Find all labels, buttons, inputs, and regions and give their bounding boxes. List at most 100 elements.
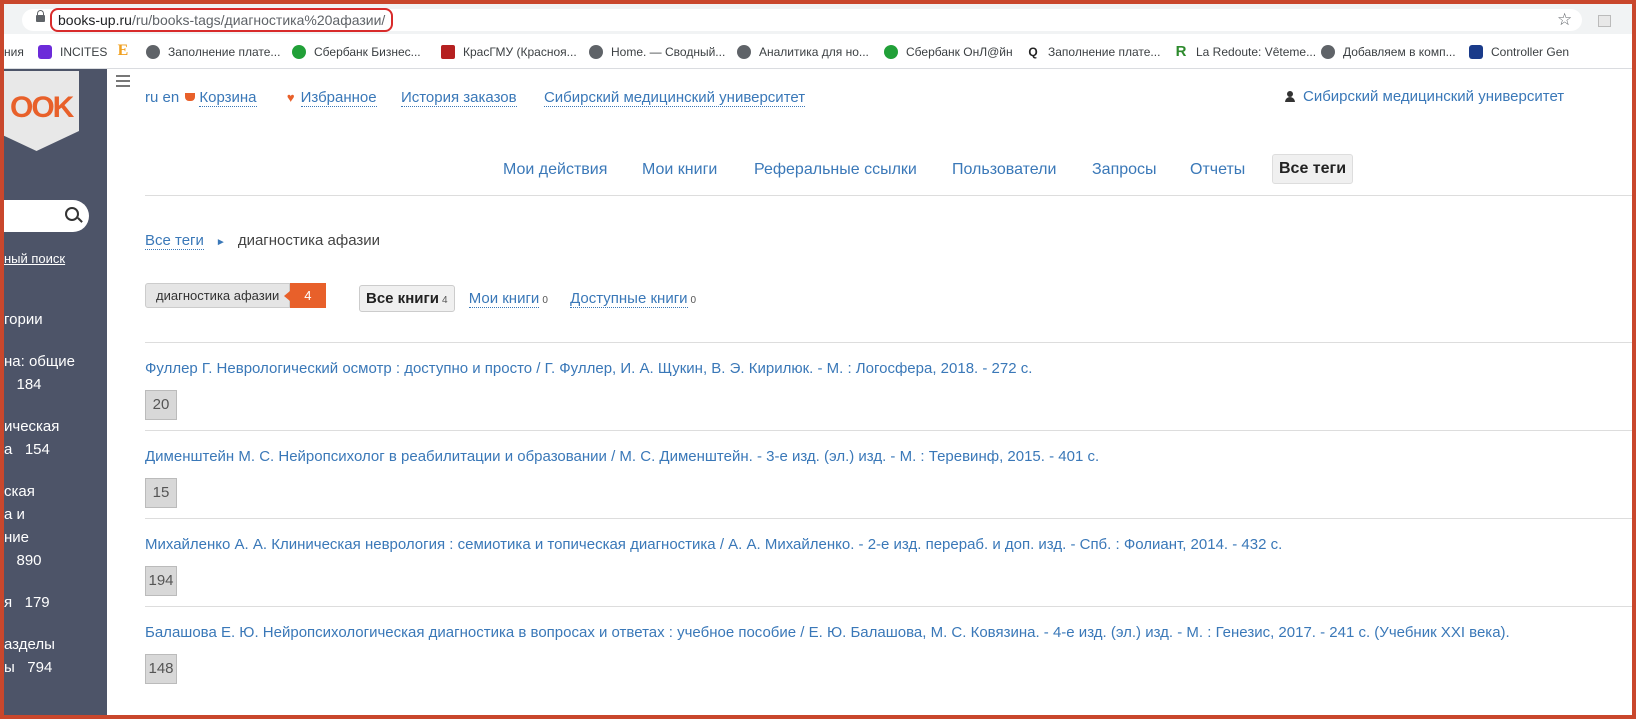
book-count-badge: 15 [145,478,177,508]
bookmark-item[interactable]: Сбербанк ОнЛ@йн [884,44,1013,60]
nav-all-tags[interactable]: Все теги [1272,154,1354,184]
filter-count: 0 [690,295,697,306]
redoute-icon: R [1175,43,1187,60]
book-title-link[interactable]: Балашова Е. Ю. Нейропсихологическая диаг… [145,624,1632,641]
nix-icon [1469,45,1483,59]
book-item: Фуллер Г. Неврологический осмотр : досту… [145,360,1632,420]
book-title-link[interactable]: Дименштейн М. С. Нейропсихолог в реабили… [145,448,1632,465]
browser-toolbar: books-up.ru/ru/books-tags/диагностика%20… [4,4,1632,34]
filter-my-books[interactable]: Мои книги 0 [468,290,548,308]
sidebar-search-input[interactable] [4,200,89,232]
sidebar-category[interactable]: ическая а 154 [4,415,59,461]
filter-label[interactable]: Доступные книги [570,290,688,308]
book-count-badge: 20 [145,390,177,420]
sidebar: OOK ный поиск гории на: общие 184 ическа… [4,69,107,715]
bookmark-item[interactable]: КрасГМУ (Красноя... [441,44,577,60]
lang-en[interactable]: en [163,89,180,106]
menu-icon[interactable] [116,75,130,90]
filter-count: 4 [441,295,448,306]
user-menu[interactable]: Сибирский медицинский университет [1285,88,1564,105]
book-item: Михайленко А. А. Клиническая неврология … [145,536,1632,596]
sidebar-category[interactable]: на: общие 184 [4,350,75,396]
globe-icon [589,45,603,59]
sidebar-category[interactable]: азделы ы 794 [4,633,55,679]
breadcrumb-all-tags[interactable]: Все теги [145,232,204,250]
bookmark-item[interactable]: Заполнение плате... [146,44,280,60]
sidebar-category[interactable]: я 179 [4,591,50,614]
basket-icon [185,93,196,101]
main-nav: Мои действия Мои книги Реферальные ссылк… [107,151,1632,191]
cart-link[interactable]: Корзина [199,89,257,107]
lock-icon [36,10,45,22]
bookmark-item[interactable]: Q Заполнение плате... [1026,44,1160,60]
sidebar-category[interactable]: гории [4,308,43,331]
tag-badge[interactable]: диагностика афазии 4 [145,283,326,308]
bookmark-label: Заполнение плате... [168,45,281,59]
bookmark-label: Сбербанк ОнЛ@йн [906,45,1013,59]
nav-requests[interactable]: Запросы [1086,156,1163,184]
globe-icon [737,45,751,59]
bookmark-label: Заполнение плате... [1048,45,1161,59]
divider [145,606,1632,607]
search-icon[interactable] [65,207,79,221]
bookmark-item[interactable]: Добавляем в комп... [1321,44,1456,60]
university-link[interactable]: Сибирский медицинский университет [543,89,806,107]
book-count-badge: 194 [145,566,177,596]
sberbank-icon [292,45,306,59]
book-item: Балашова Е. Ю. Нейропсихологическая диаг… [145,624,1632,684]
breadcrumb-current: диагностика афазии [237,232,381,249]
user-name: Сибирский медицинский университет [1303,88,1565,105]
book-count-badge: 148 [145,654,177,684]
header-links: ru en Корзина ♥ Избранное История заказов… [145,89,806,107]
url-text[interactable]: books-up.ru/ru/books-tags/диагностика%20… [50,8,394,32]
favorites-link[interactable]: Избранное [300,89,377,107]
book-item: Дименштейн М. С. Нейропсихолог в реабили… [145,448,1632,508]
bookmark-item[interactable]: INCITES [38,44,107,60]
tag-count: 4 [284,283,326,308]
nav-my-actions[interactable]: Мои действия [497,156,613,184]
nav-my-books[interactable]: Мои книги [636,156,723,184]
advanced-search-link[interactable]: ный поиск [4,251,65,266]
filter-label[interactable]: Мои книги [468,290,540,308]
krasgmu-icon [441,45,455,59]
bookmark-label: Добавляем в комп... [1343,45,1456,59]
bookmark-star-icon[interactable]: ☆ [1557,10,1572,30]
bookmark-item[interactable]: E [116,43,138,59]
user-icon [1285,91,1295,102]
divider [145,342,1632,343]
tag-name: диагностика афазии [145,283,291,308]
bookmark-label: Controller Gen [1491,45,1570,59]
site-logo[interactable]: OOK [4,71,79,151]
filter-label: Все книги [366,290,439,307]
bookmark-item[interactable]: ния [4,44,24,60]
book-title-link[interactable]: Фуллер Г. Неврологический осмотр : досту… [145,360,1632,377]
nav-users[interactable]: Пользователи [946,156,1062,184]
filter-count: 0 [542,295,548,306]
lang-ru[interactable]: ru [145,89,158,106]
extension-icon[interactable] [1598,15,1611,27]
book-title-link[interactable]: Михайленко А. А. Клиническая неврология … [145,536,1632,553]
bookmark-label: ния [4,45,24,59]
bookmark-label: КрасГМУ (Красноя... [463,45,577,59]
bookmark-item[interactable]: Аналитика для но... [737,44,869,60]
bookmark-item[interactable]: Controller Gen [1469,44,1569,60]
nav-reports[interactable]: Отчеты [1184,156,1251,184]
url-path: /ru/books-tags/диагностика%20афазии/ [131,12,386,28]
incites-icon [38,45,52,59]
browser-window: books-up.ru/ru/books-tags/диагностика%20… [4,4,1632,715]
bookmark-item[interactable]: Home. — Сводный... [589,44,725,60]
filter-all-books[interactable]: Все книги 4 [359,285,455,312]
sidebar-category[interactable]: ская а и ние 890 [4,480,42,572]
orders-link[interactable]: История заказов [400,89,517,107]
globe-icon [1321,45,1335,59]
heart-icon: ♥ [286,90,295,105]
logo-mark-icon: OOK [10,91,74,124]
filter-available-books[interactable]: Доступные книги 0 [570,290,697,308]
bookmark-item[interactable]: Сбербанк Бизнес... [292,44,421,60]
bookmark-label: INCITES [60,45,108,59]
bookmark-item[interactable]: R La Redoute: Vêteme... [1174,43,1317,60]
nav-referral-links[interactable]: Реферальные ссылки [748,156,923,184]
divider [145,518,1632,519]
bookmark-label: La Redoute: Vêteme... [1196,45,1317,59]
breadcrumb-arrow-icon: ► [215,237,226,248]
